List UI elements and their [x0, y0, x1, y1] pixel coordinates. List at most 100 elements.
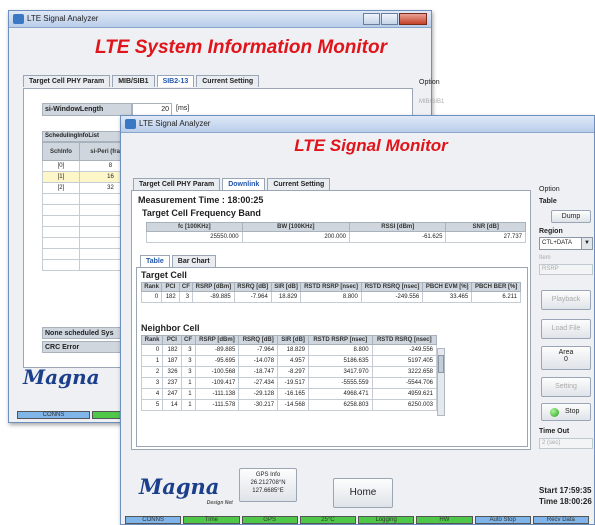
col-header: SchInfo [42, 142, 80, 161]
table-cell: 1 [140, 355, 164, 367]
col-header: RSRQ [dB] [233, 282, 272, 292]
col-header: RSTD RSRQ [nsec] [360, 282, 424, 292]
table-cell: -7.964 [233, 291, 272, 303]
col-header: RSTD RSRQ [nsec] [371, 335, 438, 345]
setting-button[interactable]: Setting [541, 377, 591, 397]
close-button[interactable] [399, 13, 427, 25]
status-recv-data: Recv Data [532, 516, 589, 524]
table-cell: 3 [140, 377, 164, 389]
table-cell: -29.128 [238, 388, 279, 400]
neighbor-scrollbar[interactable] [437, 348, 445, 416]
table-cell: 2 [140, 366, 164, 378]
item-label: Item [539, 255, 551, 261]
table-cell: -61.625 [349, 231, 447, 243]
table-cell: 3222.658 [371, 366, 438, 378]
timeout-select[interactable]: 2 (sec) [539, 438, 593, 449]
table-cell: -27.434 [238, 377, 279, 389]
table-cell: 200.000 [241, 231, 351, 243]
col-header: RSTD RSRP [nsec] [300, 282, 362, 292]
si-window-unit: [ms] [176, 105, 190, 112]
freq-band-title: Target Cell Frequency Band [142, 208, 261, 218]
front-titlebar: LTE Signal Analyzer [121, 116, 594, 133]
table-cell: [0] [42, 160, 80, 172]
playback-button[interactable]: Playback [541, 290, 591, 310]
table-cell: -89.885 [194, 344, 240, 356]
gps-info-button[interactable]: GPS Info 26.212708°N 127.6685°E [239, 468, 297, 502]
table-cell: 4968.471 [308, 388, 373, 400]
table-cell: 18.829 [277, 344, 310, 356]
col-header: RSRP [dBm] [194, 335, 240, 345]
subtab-table[interactable]: Table [140, 255, 170, 267]
front-tabs: Target Cell PHY Param Downlink Current S… [133, 178, 332, 190]
dump-button[interactable]: Dump [551, 210, 591, 223]
subtab-bar-chart[interactable]: Bar Chart [171, 255, 216, 267]
tab-target-phy[interactable]: Target Cell PHY Param [133, 178, 221, 190]
col-header: RSSI [dBm] [349, 222, 447, 232]
col-header: RSRP [dBm] [192, 282, 235, 292]
status-conns: CONNS [125, 516, 182, 524]
tab-target-phy[interactable]: Target Cell PHY Param [23, 75, 111, 87]
back-heading: LTE System Information Monitor [94, 37, 388, 58]
table-row: 4 247 1 -111.138 -29.128 -16.165 4968.471 4959.… [140, 388, 438, 400]
table-cell: -111.138 [194, 388, 240, 400]
table-cell: 6258.803 [308, 399, 373, 411]
table-row: 5 14 1 -111.578 -30.217 -14.568 6258.803 6250.0… [140, 399, 438, 411]
front-heading: LTE Signal Monitor [294, 136, 448, 155]
table-cell: 1 [180, 377, 196, 389]
status-conns: CONNS [17, 411, 90, 419]
table-cell: -8.297 [277, 366, 310, 378]
table-cell: 5197.405 [371, 355, 438, 367]
col-header: PCI [162, 335, 182, 345]
area-button[interactable]: Area 0 [541, 346, 591, 370]
measurement-time: Measurement Time : 18:00:25 [138, 195, 263, 205]
table-cell: -111.578 [194, 399, 240, 411]
neighbor-cell-table: Rank PCI CF RSRP [dBm] RSRQ [dB] SIR [dB] RSTD… [140, 335, 438, 411]
minimize-button[interactable] [363, 13, 380, 25]
table-cell: 3 [180, 344, 196, 356]
region-label: Region [539, 228, 563, 235]
tab-downlink[interactable]: Downlink [222, 178, 266, 190]
current-time: Time 18:00:26 [539, 497, 592, 506]
chevron-down-icon[interactable]: ▼ [581, 238, 592, 249]
area-label: Area [558, 349, 574, 356]
logo-text: Magna [139, 474, 220, 499]
app-icon [125, 119, 136, 129]
table-cell: 5 [140, 399, 164, 411]
home-button[interactable]: Home [333, 478, 393, 508]
col-header: CF [180, 335, 196, 345]
item-select[interactable]: RSRP [539, 264, 593, 275]
table-cell: 1 [180, 399, 196, 411]
col-header: RSTD RSRP [nsec] [308, 335, 373, 345]
region-select[interactable]: CTL+DATA ▼ [539, 237, 593, 250]
table-cell: -100.568 [194, 366, 240, 378]
col-header: Rank [140, 282, 163, 292]
tab-current-setting[interactable]: Current Setting [267, 178, 331, 190]
table-cell: -16.165 [277, 388, 310, 400]
back-option-label: Option [419, 79, 440, 86]
table-cell: 237 [162, 377, 182, 389]
maximize-button[interactable] [381, 13, 398, 25]
stop-button[interactable]: Stop [541, 403, 591, 421]
stop-status-led-icon [550, 408, 559, 417]
time-label: Time [539, 497, 558, 506]
table-cell: 25550.000 [146, 231, 243, 243]
table-cell: 3 [180, 366, 196, 378]
logo-subtitle: Design Net [206, 500, 233, 506]
load-file-button[interactable]: Load File [541, 319, 591, 339]
tab-mib-sib1[interactable]: MIB/SIB1 [112, 75, 155, 87]
col-header: fc [100KHz] [146, 222, 243, 232]
tab-sib2-13[interactable]: SIB2-13 [156, 75, 195, 87]
front-logo: Magna Design Net [139, 474, 233, 506]
start-value: 17:59:35 [559, 486, 592, 495]
freq-band-table: fc [100KHz] BW [100KHz] RSSI [dBm] SNR [… [146, 222, 526, 243]
table-cell: [1] [42, 171, 80, 183]
tab-current-setting[interactable]: Current Setting [196, 75, 260, 87]
scrollbar-thumb[interactable] [438, 355, 444, 373]
table-cell: 27.737 [445, 231, 526, 243]
col-header: SNR [dB] [445, 222, 526, 232]
status-temperature: 25°C [299, 516, 356, 524]
col-header: CF [178, 282, 194, 292]
table-cell: 33.465 [422, 291, 473, 303]
measurement-value: 18:00:25 [227, 195, 264, 205]
timeout-label: Time Out [539, 428, 570, 435]
